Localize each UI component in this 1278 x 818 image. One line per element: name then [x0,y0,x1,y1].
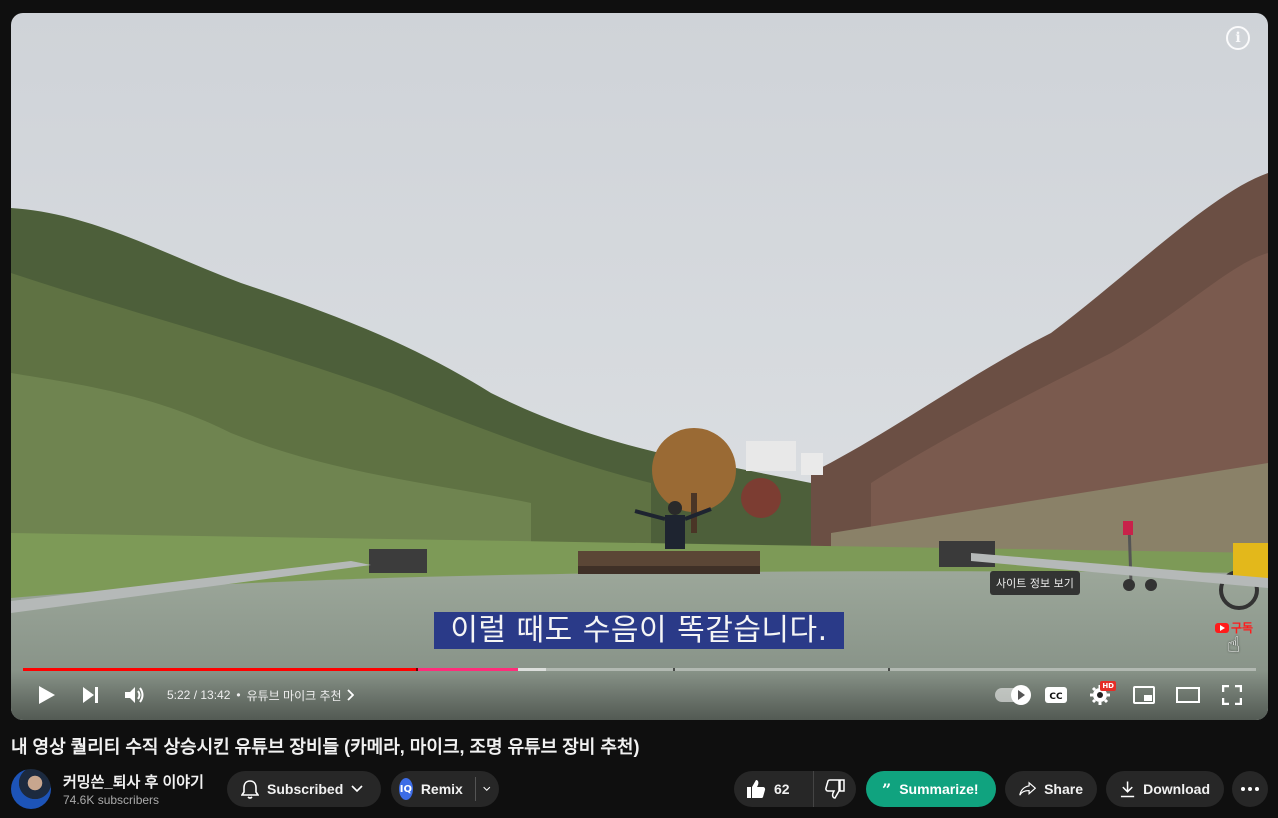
theater-mode-icon [1176,687,1200,703]
share-icon [1019,781,1037,796]
settings-button[interactable]: HD [1078,675,1122,715]
more-actions-button[interactable] [1232,771,1268,807]
more-horizontal-icon [1241,787,1259,791]
chevron-down-icon [483,786,491,791]
miniplayer-icon [1133,686,1155,704]
closed-captions-icon: CC [1045,687,1067,703]
chapter-title: 유튜브 마이크 추천 [246,688,342,703]
next-button[interactable] [69,675,113,715]
subscribed-button[interactable]: Subscribed [227,771,381,807]
channel-name[interactable]: 커밍쓴_퇴사 후 이야기 [63,771,204,792]
volume-button[interactable] [113,675,157,715]
remix-icon: IQ [399,778,413,800]
theater-mode-button[interactable] [1166,675,1210,715]
subtitle-text: 이럴 때도 수음이 똑같습니다. [434,612,844,649]
fullscreen-button[interactable] [1210,675,1254,715]
download-button[interactable]: Download [1106,771,1224,807]
subscriber-count: 74.6K subscribers [63,793,160,807]
chevron-down-icon [351,785,363,793]
subscribed-label: Subscribed [267,781,344,797]
remix-label: Remix [420,781,463,797]
play-icon [39,686,55,704]
volume-icon [125,687,144,703]
time-display: 5:22 / 13:42 [167,688,231,702]
share-button[interactable]: Share [1005,771,1097,807]
summarize-button[interactable]: ” Summarize! [866,771,996,807]
summarize-label: Summarize! [899,781,979,797]
like-count: 62 [774,781,790,797]
skip-next-icon [83,687,98,703]
like-dislike-group: 62 [734,771,856,807]
captions-button[interactable]: CC [1034,675,1078,715]
chapter-separator: • [236,688,241,702]
video-title: 내 영상 퀄리티 수직 상승시킨 유튜브 장비들 (카메라, 마이크, 조명 유… [11,737,640,757]
thumbs-up-icon [747,780,766,798]
miniplayer-button[interactable] [1122,675,1166,715]
youtube-logo-icon [1215,622,1229,633]
site-info-tooltip: 사이트 정보 보기 [990,571,1080,595]
download-label: Download [1143,781,1210,797]
hd-badge: HD [1100,681,1116,691]
bell-icon [241,780,259,799]
channel-avatar[interactable] [11,769,51,809]
quote-icon: ” [882,779,892,799]
hand-cursor-icon: ☝ [1227,633,1241,658]
autoplay-switch [995,685,1031,705]
thumbs-down-icon [825,779,845,799]
chevron-right-icon [346,689,354,701]
video-meta-row: 커밍쓴_퇴사 후 이야기 74.6K subscribers Subscribe… [11,768,1268,810]
dislike-button[interactable] [814,771,856,807]
remix-button[interactable]: IQ Remix [391,771,499,807]
share-label: Share [1044,781,1083,797]
video-player[interactable]: i 이럴 때도 수음이 똑같습니다. 사이트 정보 보기 구독 ☝ 5:22 /… [11,13,1268,720]
like-button[interactable]: 62 [734,771,814,807]
chapter-title-button[interactable]: 유튜브 마이크 추천 [247,687,354,704]
info-icon[interactable]: i [1226,26,1250,50]
subtitle-caption: 이럴 때도 수음이 똑같습니다. [417,612,861,649]
fullscreen-icon [1222,685,1242,705]
player-controls: 5:22 / 13:42 • 유튜브 마이크 추천 CC HD [11,670,1268,720]
play-button[interactable] [25,675,69,715]
autoplay-toggle[interactable] [990,675,1034,715]
svg-text:CC: CC [1049,692,1063,702]
download-icon [1120,781,1135,798]
